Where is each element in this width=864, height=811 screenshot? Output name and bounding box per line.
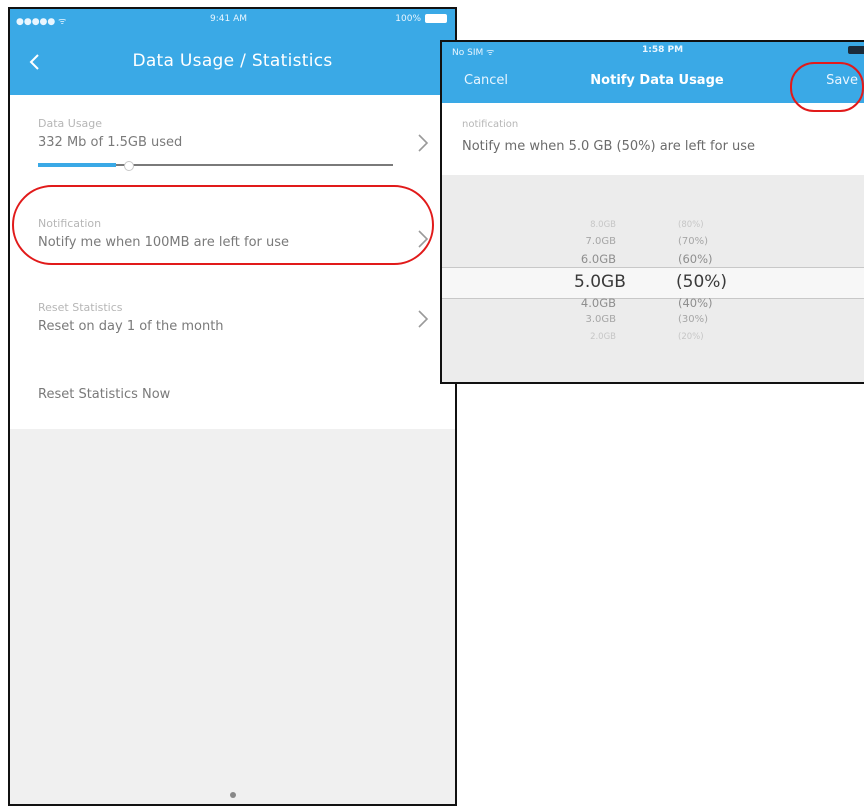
picker-row[interactable]: 4.0GB (40%) [466,296,726,314]
reset-statistics-cell[interactable]: Reset Statistics Reset on day 1 of the m… [10,287,455,364]
picker-gb: 7.0GB [585,236,616,247]
status-bar: ●●●●● ᯤ 9:41 AM 100% [10,9,455,31]
page-title: Data Usage / Statistics [132,51,333,71]
status-time: 1:58 PM [642,45,684,55]
status-carrier: No SIM ᯤ [452,48,495,58]
status-bar: No SIM ᯤ 1:58 PM [442,42,864,58]
battery-icon [425,14,447,23]
data-usage-progress-fill [38,163,117,167]
data-usage-value: 332 Mb of 1.5GB used [38,135,183,150]
save-button[interactable]: Save [826,73,858,88]
reset-statistics-value: Reset on day 1 of the month [38,319,224,334]
picker-gb: 5.0GB [574,271,626,292]
page-title: Notify Data Usage [590,73,724,88]
picker-row-selected[interactable]: 5.0GB (50%) [466,271,728,292]
chevron-right-icon [418,310,429,328]
picker-gb: 3.0GB [585,314,616,325]
picker-percent: (40%) [678,296,713,311]
notification-cell[interactable]: Notification Notify me when 100MB are le… [10,187,455,288]
nav-bar: Data Usage / Statistics [10,31,455,95]
nav-bar: Cancel Notify Data Usage Save [442,58,864,103]
screen-data-usage: ●●●●● ᯤ 9:41 AM 100% Data Usage / Statis… [8,7,457,806]
notification-label: notification [462,119,519,130]
picker-gb: 2.0GB [590,331,616,342]
screen-notify-data-usage: No SIM ᯤ 1:58 PM Cancel Notify Data Usag… [440,40,864,384]
chevron-right-icon [418,134,429,152]
notification-label: Notification [38,217,102,230]
reset-statistics-now-label: Reset Statistics Now [38,387,171,402]
chevron-right-icon [418,230,429,248]
battery-icon [848,46,864,54]
picker-row[interactable]: 3.0GB (30%) [466,314,726,332]
picker-gb: 4.0GB [580,296,616,311]
notification-cell: notification Notify me when 5.0 GB (50%)… [442,103,864,176]
picker-gb: 6.0GB [580,252,616,267]
picker-percent: (50%) [676,271,728,292]
picker-row[interactable]: 6.0GB (60%) [466,252,726,270]
status-battery: 100% [395,14,421,24]
picker-percent: (80%) [678,219,704,230]
data-usage-cell[interactable]: Data Usage 332 Mb of 1.5GB used [10,95,455,188]
picker-gb: 8.0GB [590,219,616,230]
notification-value: Notify me when 5.0 GB (50%) are left for… [462,139,756,154]
reset-statistics-now-button[interactable]: Reset Statistics Now [10,363,455,429]
status-time: 9:41 AM [210,14,247,24]
data-usage-progress-knob [124,161,135,171]
page-indicator [230,792,236,798]
picker-percent: (30%) [678,314,709,325]
data-usage-progress [38,161,393,171]
notification-value: Notify me when 100MB are left for use [38,235,290,250]
data-usage-label: Data Usage [38,117,103,130]
picker-row[interactable]: 2.0GB (20%) [466,332,726,350]
reset-statistics-label: Reset Statistics [38,301,123,314]
threshold-picker[interactable]: 8.0GB (80%) 7.0GB (70%) 6.0GB (60%) 5.0GB (50%)… [442,175,864,382]
picker-percent: (20%) [678,331,704,342]
picker-percent: (70%) [678,236,709,247]
picker-percent: (60%) [678,252,713,267]
status-carrier: ●●●●● ᯤ [16,17,67,27]
